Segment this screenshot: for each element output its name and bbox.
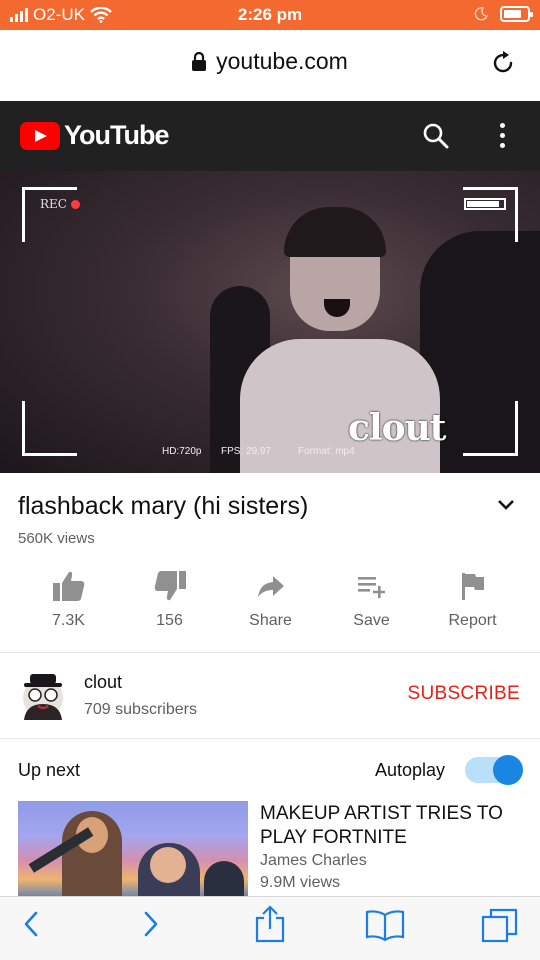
up-next-views: 9.9M views [260, 874, 341, 891]
save-button[interactable]: Save [321, 570, 422, 640]
channel-avatar[interactable] [20, 668, 66, 720]
status-bar: O2-UK 2:26 pm [0, 0, 540, 30]
clock: 2:26 pm [237, 5, 303, 24]
up-next-heading: Up next [18, 760, 81, 780]
video-actions: 7.3K 156 Share Save Report [18, 570, 523, 640]
video-meta-hd: HD:720p [162, 446, 202, 457]
tabs-icon[interactable] [481, 907, 519, 945]
share-button[interactable]: Share [220, 570, 321, 640]
youtube-header: YouTube [0, 101, 540, 171]
video-player[interactable]: REC clout HD:720p FPS: 29.97 Format: mp4 [0, 171, 540, 473]
search-icon[interactable] [423, 123, 449, 149]
chevron-down-icon[interactable] [496, 498, 516, 512]
autoplay-toggle[interactable] [465, 755, 523, 785]
rec-indicator: REC [40, 197, 80, 211]
divider [0, 738, 540, 739]
thumb-up-icon [52, 571, 84, 601]
view-count: 560K views [18, 530, 95, 547]
share-icon[interactable] [254, 905, 286, 943]
flag-icon [461, 573, 484, 600]
url-text: youtube.com [216, 48, 348, 74]
battery-icon [500, 6, 533, 22]
lock-icon [192, 52, 207, 71]
share-icon [257, 576, 284, 597]
youtube-play-icon [20, 121, 60, 150]
moon-icon [474, 7, 488, 21]
up-next-channel: James Charles [260, 852, 367, 869]
camera-battery-icon [464, 198, 506, 210]
like-button[interactable]: 7.3K [18, 570, 119, 640]
video-watermark: clout [348, 407, 446, 449]
subscribe-button[interactable]: SUBSCRIBE [407, 683, 520, 705]
report-button[interactable]: Report [422, 570, 523, 640]
back-icon[interactable] [20, 909, 42, 939]
reload-icon[interactable] [490, 50, 516, 76]
video-meta-format: Format: mp4 [298, 446, 355, 457]
channel-name[interactable]: clout [84, 672, 122, 693]
youtube-wordmark: YouTube [64, 120, 169, 150]
forward-icon[interactable] [140, 909, 162, 939]
video-title: flashback mary (hi sisters) [18, 492, 309, 520]
playlist-add-icon [357, 577, 385, 598]
youtube-logo[interactable]: YouTube [20, 120, 169, 151]
up-next-title[interactable]: MAKEUP ARTIST TRIES TO PLAY FORTNITE [260, 802, 525, 850]
up-next-thumbnail[interactable] [18, 801, 248, 899]
subscriber-count: 709 subscribers [84, 701, 197, 718]
divider [0, 652, 540, 653]
autoplay-label: Autoplay [375, 760, 446, 780]
address-field[interactable]: youtube.com [0, 48, 540, 75]
bookmarks-icon[interactable] [365, 909, 405, 941]
video-meta-fps: FPS: 29.97 [221, 446, 272, 457]
dislike-button[interactable]: 156 [119, 570, 220, 640]
more-vert-icon[interactable] [500, 123, 505, 148]
browser-toolbar [0, 896, 540, 960]
record-dot-icon [70, 199, 80, 209]
thumb-down-icon [154, 571, 186, 601]
browser-url-bar: youtube.com [0, 30, 540, 101]
